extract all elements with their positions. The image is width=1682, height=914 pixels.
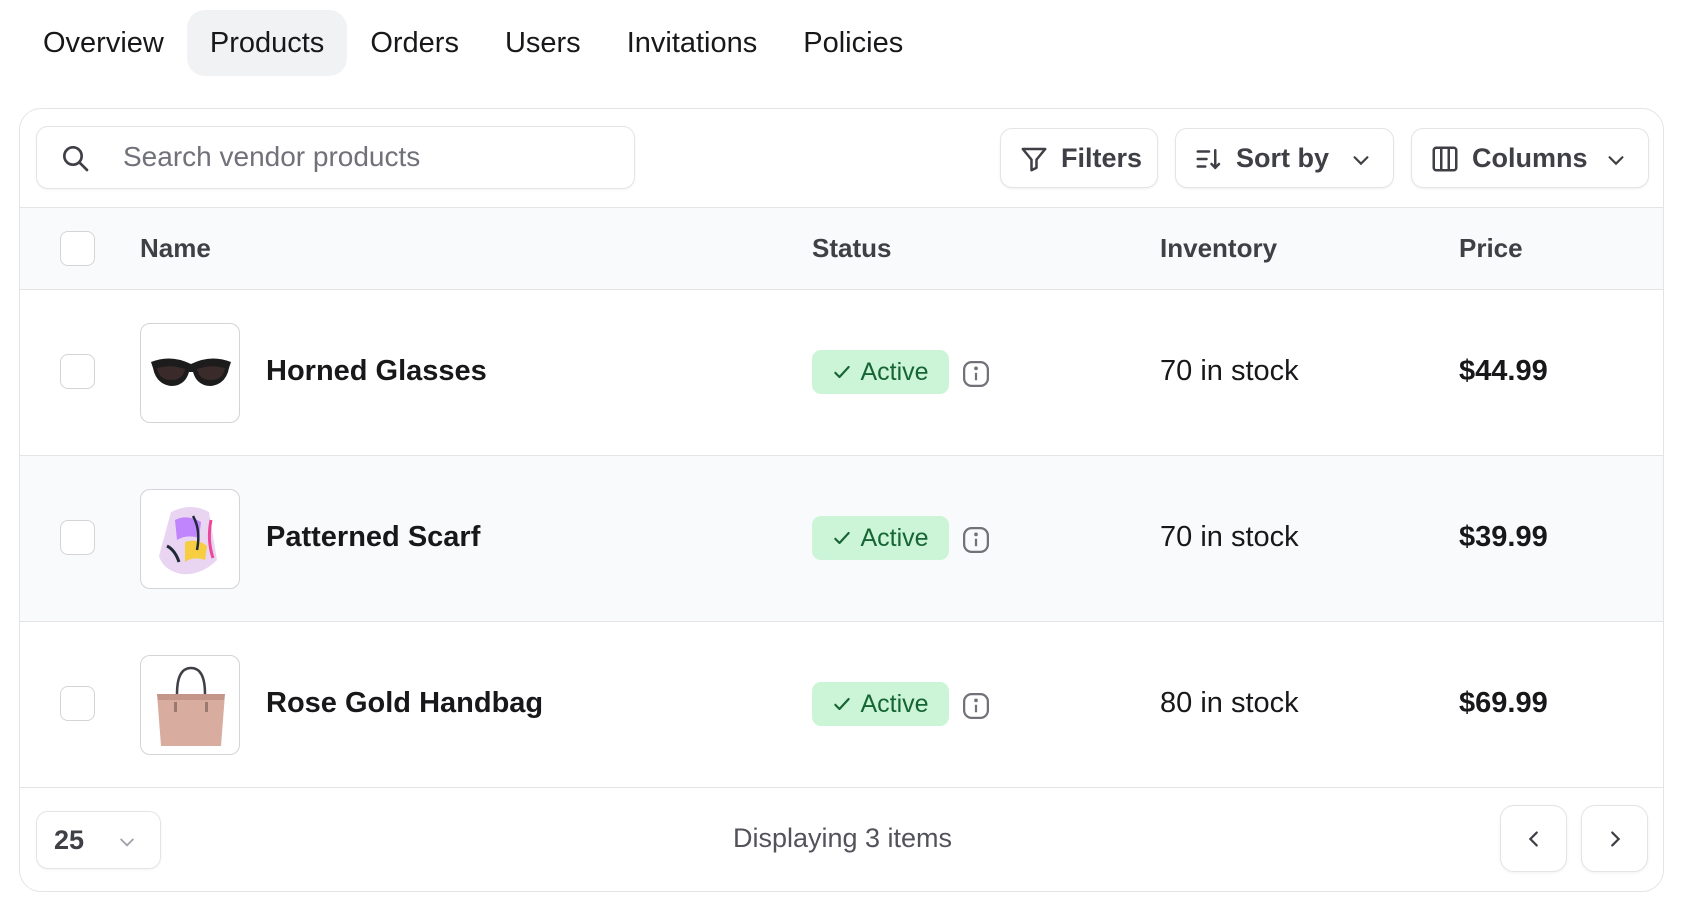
column-header-inventory[interactable]: Inventory xyxy=(1160,233,1277,264)
check-icon xyxy=(834,531,851,545)
table-row[interactable]: Horned Glasses Active 70 in stock $44.99 xyxy=(20,290,1663,456)
columns-label: Columns xyxy=(1472,143,1588,173)
check-icon xyxy=(834,697,851,711)
items-count-text: Displaying 3 items xyxy=(732,823,953,853)
columns-icon xyxy=(1432,146,1458,172)
product-name[interactable]: Horned Glasses xyxy=(266,355,487,388)
product-name[interactable]: Patterned Scarf xyxy=(266,521,480,554)
table-row[interactable]: Patterned Scarf Active 70 in stock $39.9… xyxy=(20,456,1663,622)
tab-policies[interactable]: Policies xyxy=(780,10,926,76)
table-toolbar: Filters Sort by Columns xyxy=(20,109,1663,207)
next-page-button[interactable] xyxy=(1581,805,1648,872)
price-value: $39.99 xyxy=(1459,521,1548,553)
product-thumbnail xyxy=(140,489,240,589)
column-header-status[interactable]: Status xyxy=(812,233,891,264)
row-checkbox[interactable] xyxy=(60,354,95,389)
filters-button[interactable]: Filters xyxy=(1000,128,1158,188)
filter-icon xyxy=(1021,147,1047,172)
price-value: $44.99 xyxy=(1459,355,1548,387)
sort-by-label: Sort by xyxy=(1236,143,1330,173)
table-row[interactable]: Rose Gold Handbag Active 80 in stock $69… xyxy=(20,622,1663,788)
tab-overview[interactable]: Overview xyxy=(20,10,187,76)
chevron-left-icon xyxy=(1528,831,1538,847)
info-icon[interactable] xyxy=(961,691,991,721)
row-checkbox[interactable] xyxy=(60,520,95,555)
filters-label: Filters xyxy=(1061,143,1143,173)
search-input[interactable] xyxy=(123,127,613,187)
chevron-right-icon xyxy=(1611,831,1621,847)
status-badge: Active xyxy=(812,516,949,560)
columns-button[interactable]: Columns xyxy=(1411,128,1649,188)
status-badge: Active xyxy=(812,350,949,394)
inventory-value: 70 in stock xyxy=(1160,521,1299,553)
sunglasses-icon xyxy=(151,358,231,386)
tab-products[interactable]: Products xyxy=(186,10,348,76)
check-icon xyxy=(834,365,851,379)
column-header-price[interactable]: Price xyxy=(1459,233,1523,264)
product-thumbnail xyxy=(140,655,240,755)
chevron-down-icon xyxy=(1608,156,1624,166)
sort-by-button[interactable]: Sort by xyxy=(1175,128,1394,188)
row-checkbox[interactable] xyxy=(60,686,95,721)
tab-users[interactable]: Users xyxy=(482,10,604,76)
sort-icon xyxy=(1196,149,1221,170)
tab-invitations[interactable]: Invitations xyxy=(604,10,781,76)
column-header-name[interactable]: Name xyxy=(140,233,211,264)
price-value: $69.99 xyxy=(1459,687,1548,719)
inventory-value: 80 in stock xyxy=(1160,687,1299,719)
products-table-card: Filters Sort by Columns Name Status Inve… xyxy=(19,108,1664,892)
inventory-value: 70 in stock xyxy=(1160,355,1299,387)
chevron-down-icon xyxy=(1353,156,1369,166)
scarf-icon xyxy=(159,507,217,575)
product-name[interactable]: Rose Gold Handbag xyxy=(266,687,543,720)
select-all-checkbox[interactable] xyxy=(60,231,95,266)
previous-page-button[interactable] xyxy=(1500,805,1567,872)
info-icon[interactable] xyxy=(961,359,991,389)
status-label: Active xyxy=(860,689,929,718)
handbag-icon xyxy=(157,666,225,746)
status-badge: Active xyxy=(812,682,949,726)
search-icon xyxy=(63,146,89,172)
table-footer: 25 Displaying 3 items xyxy=(20,789,1663,891)
status-label: Active xyxy=(860,357,929,386)
status-label: Active xyxy=(860,523,929,552)
info-icon[interactable] xyxy=(961,525,991,555)
product-thumbnail xyxy=(140,323,240,423)
tab-bar: Overview Products Orders Users Invitatio… xyxy=(20,10,926,76)
tab-orders[interactable]: Orders xyxy=(347,10,482,76)
table-header: Name Status Inventory Price xyxy=(20,207,1663,290)
search-box xyxy=(36,126,635,189)
